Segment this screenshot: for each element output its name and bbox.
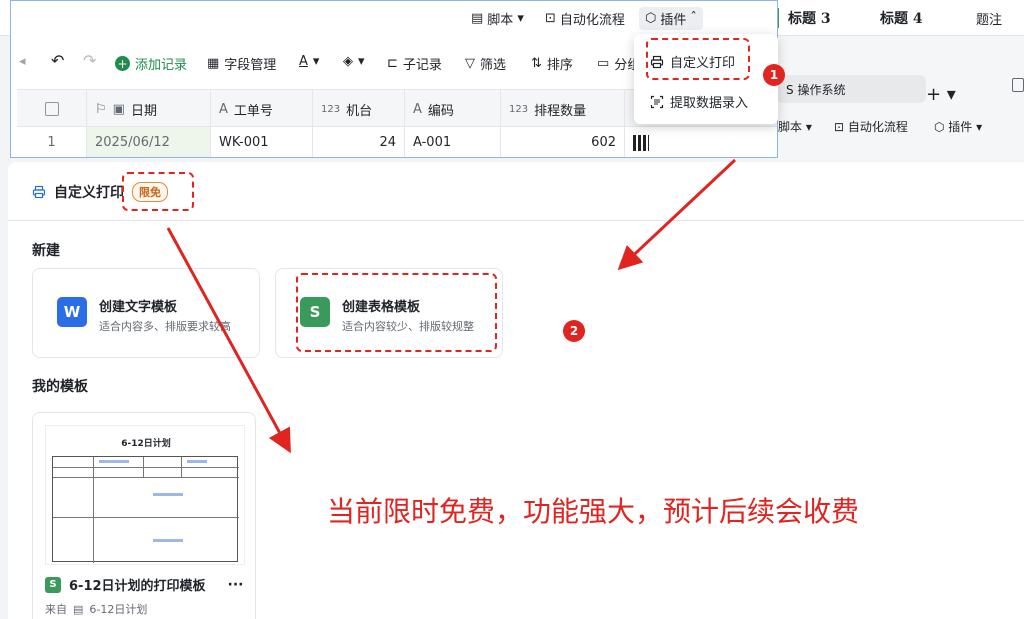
my-templates-title: 我的模板 [32,379,88,395]
background-tab-label: 操作系统 [797,83,846,97]
fill-color-button[interactable]: ◈ ▾ [343,54,365,69]
cell-qrcode[interactable] [625,127,777,157]
column-code[interactable]: A 编码 [405,90,501,128]
flag-icon: ⚐ [95,101,107,117]
heading4-style[interactable]: 标题 4 [880,8,923,28]
table-row[interactable]: 1 2025/06/12 WK-001 24 A-001 602 [17,127,777,157]
filter-button[interactable]: ▽ 筛选 [465,54,506,73]
template-name: 6-12日计划的打印模板 [69,579,206,594]
template-thumbnail: 6-12日计划 [45,425,245,565]
word-doc-icon: W [57,297,87,327]
qrcode-icon [633,135,649,151]
table-icon: ▤ [73,602,84,616]
row-index: 1 [17,127,87,157]
cell-code[interactable]: A-001 [405,127,501,157]
field-manage-button[interactable]: ▦ 字段管理 [207,54,276,73]
window-icon[interactable] [1012,78,1024,92]
font-color-icon: A [299,54,308,69]
number-type-icon: 123 [321,103,341,115]
sort-icon: ⇅ [531,56,542,71]
filter-icon: ▽ [465,56,475,71]
column-date[interactable]: ⚐ ▣ 日期 [87,90,211,128]
calendar-icon: ▣ [112,101,125,117]
grid-icon: ▦ [207,56,220,71]
puzzle-icon: ⬡ [645,11,657,26]
new-tab-icon[interactable]: + ▾ [926,84,956,105]
number-type-icon: 123 [509,103,529,115]
card-title: 创建文字模板 [99,300,178,315]
heading3-style[interactable]: 标题 3 [788,8,831,28]
from-label: 来自 [45,603,67,616]
undo-icon[interactable]: ↶ [51,51,64,70]
text-field-icon: A [219,101,228,117]
hierarchy-icon: ⊏ [387,56,398,71]
background-tab[interactable]: S 操作系统 [776,75,926,103]
paint-bucket-icon: ◈ [343,54,353,69]
folder-icon: ▭ [597,56,610,71]
extract-data-label: 提取数据录入 [670,96,749,111]
template-name-row: S 6-12日计划的打印模板 ··· [45,575,244,594]
sort-button[interactable]: ⇅ 排序 [531,54,573,73]
card-subtitle: 适合内容多、排版要求较高 [99,320,231,333]
cell-quantity[interactable]: 602 [501,127,625,157]
bg-script-menu[interactable]: 脚本 ▾ [778,118,812,135]
step1-marker: 1 [763,64,785,86]
highlight-free-badge [122,172,194,211]
add-record-button[interactable]: + 添加记录 [115,54,187,73]
menu-item-extract-data[interactable]: 提取数据录入 [650,92,748,111]
more-options-icon[interactable]: ··· [228,577,244,593]
scan-icon [650,95,664,109]
chevron-down-icon: ▾ [312,54,320,69]
thumbnail-title: 6-12日计划 [121,439,171,449]
script-icon: ▤ [471,11,484,26]
template-card[interactable]: 6-12日计划 S 6-12日计划的打印模板 ··· 来自 ▤ 6-12日计划 [32,412,256,619]
sub-record-button[interactable]: ⊏ 子记录 [387,54,442,73]
scroll-left-icon[interactable]: ◂ [19,54,26,69]
step2-marker: 2 [563,320,585,342]
cell-machine[interactable]: 24 [313,127,405,157]
custom-print-panel: 自定义打印 限免 新建 W 创建文字模板 适合内容多、排版要求较高 S 创建表格… [8,162,1024,619]
automation-menu[interactable]: ⊡ 自动化流程 [545,9,625,28]
new-section-title: 新建 [32,243,60,259]
text-field-icon: A [413,101,422,117]
sheet-icon: S [45,576,61,593]
automation-label: 自动化流程 [559,13,625,28]
chevron-down-icon: ▾ [517,11,524,26]
cell-date[interactable]: 2025/06/12 [87,127,211,157]
cell-order[interactable]: WK-001 [211,127,313,157]
annotation-note: 当前限时免费，功能强大，预计后续会收费 [303,482,883,538]
script-menu[interactable]: ▤ 脚本 ▾ [471,9,524,28]
bg-automation-menu[interactable]: ⊡ 自动化流程 [834,118,908,135]
highlight-sheet-card [296,273,497,352]
text-color-button[interactable]: A ▾ [299,54,319,69]
printer-icon [32,185,46,199]
plugins-menu[interactable]: ⬡ 插件 ˆ [639,7,703,30]
column-machine[interactable]: 123 机台 [313,90,405,128]
plus-circle-icon: + [115,56,130,71]
select-all-checkbox[interactable] [17,90,87,128]
caption-style[interactable]: 题注 [976,9,1002,28]
add-record-label: 添加记录 [135,58,188,73]
bg-plugins-menu[interactable]: ⬡ 插件 ▾ [934,118,982,135]
template-source: 来自 ▤ 6-12日计划 [45,601,147,617]
create-text-template-card[interactable]: W 创建文字模板 适合内容多、排版要求较高 [32,268,260,358]
script-label: 脚本 [487,13,514,28]
column-quantity[interactable]: 123 排程数量 [501,90,625,128]
highlight-custom-print [646,38,750,80]
from-source: 6-12日计划 [89,603,148,616]
panel-title: 自定义打印 [54,185,124,201]
redo-icon[interactable]: ↷ [83,51,96,70]
thumbnail-table [52,456,239,563]
column-order[interactable]: A 工单号 [211,90,313,128]
plugins-label: 插件 [660,13,687,28]
robot-icon: ⊡ [545,11,556,26]
chevron-up-icon: ˆ [690,11,697,26]
chevron-down-icon: ▾ [358,54,365,69]
panel-divider [8,220,1024,221]
